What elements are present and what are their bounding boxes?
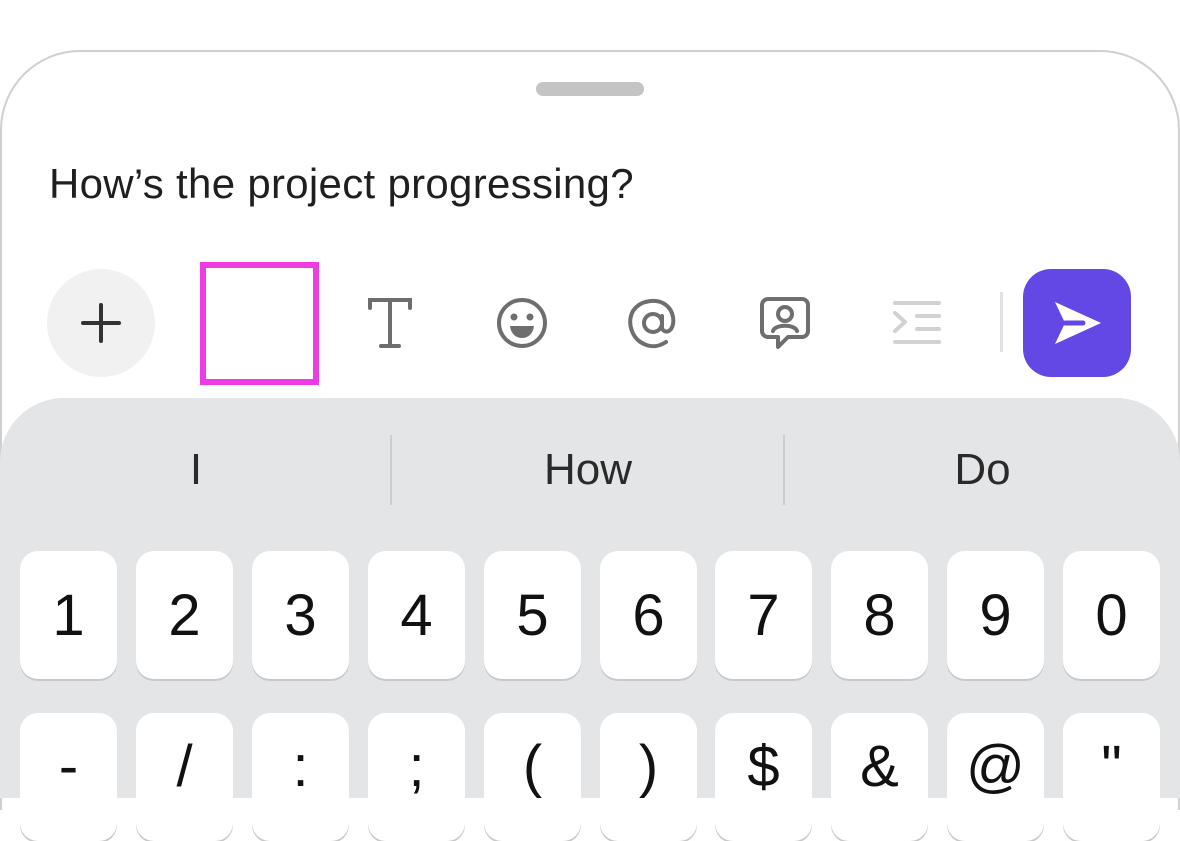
key-6[interactable]: 6 [600,551,697,679]
key-0[interactable]: 0 [1063,551,1160,679]
smiley-face-icon [497,297,547,348]
mention-button[interactable] [603,270,703,375]
message-input[interactable]: How’s the project progressing? [49,160,634,208]
suggestion-3[interactable]: Do [785,440,1180,500]
key-quote[interactable]: " [1063,713,1160,841]
key-5[interactable]: 5 [484,551,581,679]
add-button[interactable] [47,269,155,377]
text-format-button[interactable] [340,270,440,375]
key-4[interactable]: 4 [368,551,465,679]
key-9[interactable]: 9 [947,551,1044,679]
suggestion-1[interactable]: I [0,440,392,500]
send-button[interactable] [1023,269,1131,377]
key-ampersand[interactable]: & [831,713,928,841]
emoji-button[interactable] [472,270,572,375]
voice-waveform-icon [235,297,284,350]
indent-button[interactable] [867,270,967,375]
text-format-icon [368,297,412,348]
key-7[interactable]: 7 [715,551,812,679]
key-at[interactable]: @ [947,713,1044,841]
suggestion-2[interactable]: How [392,440,784,500]
key-hyphen[interactable]: - [20,713,117,841]
key-slash[interactable]: / [136,713,233,841]
at-sign-icon [628,298,676,348]
send-arrow-icon [1055,302,1101,344]
key-close-paren[interactable]: ) [600,713,697,841]
key-dollar[interactable]: $ [715,713,812,841]
contact-card-button[interactable] [735,270,835,375]
key-8[interactable]: 8 [831,551,928,679]
key-semicolon[interactable]: ; [368,713,465,841]
voice-input-button[interactable] [200,262,319,385]
indent-icon [893,300,941,344]
key-1[interactable]: 1 [20,551,117,679]
key-3[interactable]: 3 [252,551,349,679]
key-colon[interactable]: : [252,713,349,841]
key-2[interactable]: 2 [136,551,233,679]
toolbar-divider [1000,292,1003,352]
plus-icon [81,303,121,343]
key-open-paren[interactable]: ( [484,713,581,841]
sheet-grabber[interactable] [536,82,644,96]
contact-card-icon [760,296,810,349]
